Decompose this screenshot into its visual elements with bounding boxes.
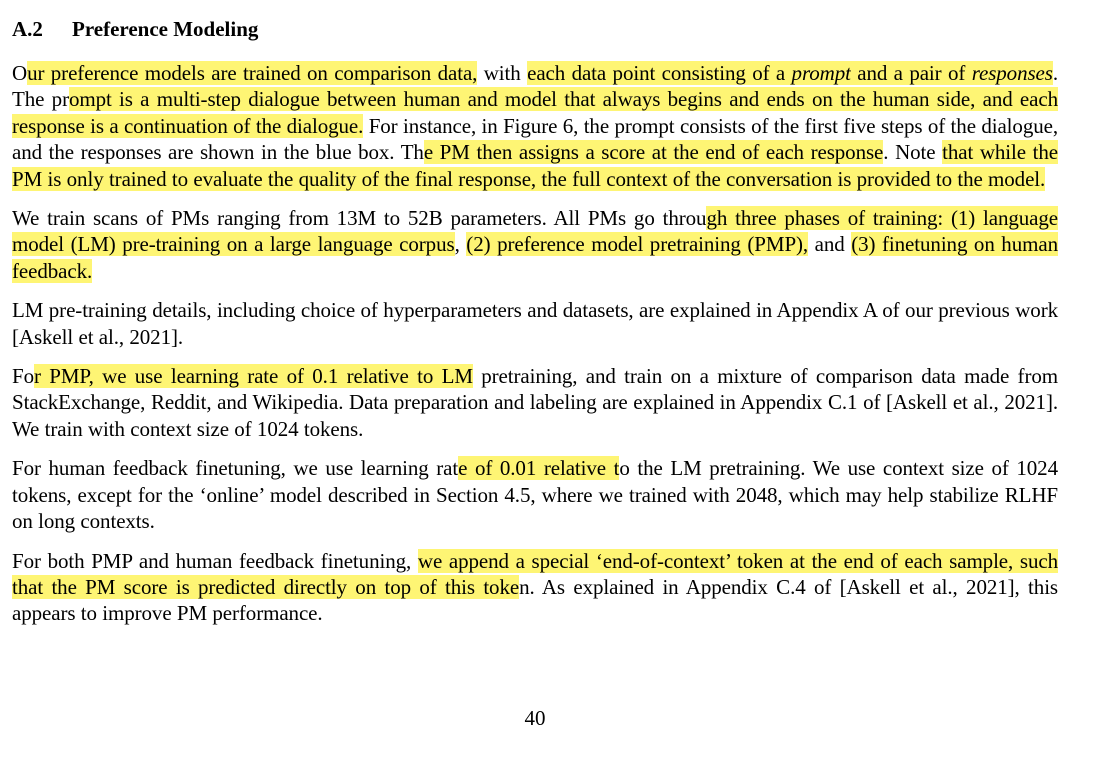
highlighted-text: r PMP, we use learning rate of 0.1 relat… [33, 364, 473, 389]
highlighted-text: e PM then assigns a score at the end of … [423, 140, 884, 165]
text-run: with [477, 61, 528, 85]
section-heading: A.2 Preference Modeling [12, 14, 1058, 44]
text-run: For human feedback finetuning, we use le… [12, 456, 459, 481]
text-run: , [454, 232, 467, 257]
section-title: Preference Modeling [72, 17, 259, 41]
paragraph-lm-pretraining: LM pre-training details, including choic… [12, 297, 1058, 350]
highlighted-text: and a pair of [850, 61, 972, 85]
highlighted-text: e of 0.01 relative t [458, 456, 620, 481]
paragraph-human-feedback-finetuning: For human feedback finetuning, we use le… [12, 455, 1058, 534]
text-run: Fo [12, 364, 34, 389]
text-run: and [808, 232, 852, 257]
highlighted-text: prompt [791, 61, 851, 85]
text-run: For both PMP and human feedback finetuni… [12, 548, 418, 573]
highlighted-text: (2) preference model pretraining (PMP), [466, 232, 809, 257]
highlighted-text: responses [971, 61, 1053, 85]
paragraph-end-of-context-token: For both PMP and human feedback finetuni… [12, 548, 1058, 627]
section-number: A.2 [12, 17, 43, 41]
paragraph-pmp-details: For PMP, we use learning rate of 0.1 rel… [12, 363, 1058, 442]
text-run: . Note [883, 140, 943, 165]
paragraph-training-phases: We train scans of PMs ranging from 13M t… [12, 205, 1058, 284]
text-run: We train scans of PMs ranging from 13M t… [12, 206, 707, 231]
text-run: LM pre-training details, including choic… [12, 298, 1058, 349]
highlighted-text: each data point consisting of a [527, 61, 792, 85]
paragraph-pm-training-data: Our preference models are trained on com… [12, 60, 1058, 192]
page-number: 40 [524, 706, 546, 730]
text-run: O [12, 61, 28, 85]
document-page: A.2 Preference Modeling Our preference mo… [12, 14, 1058, 640]
highlighted-text: ur preference models are trained on comp… [27, 61, 478, 85]
